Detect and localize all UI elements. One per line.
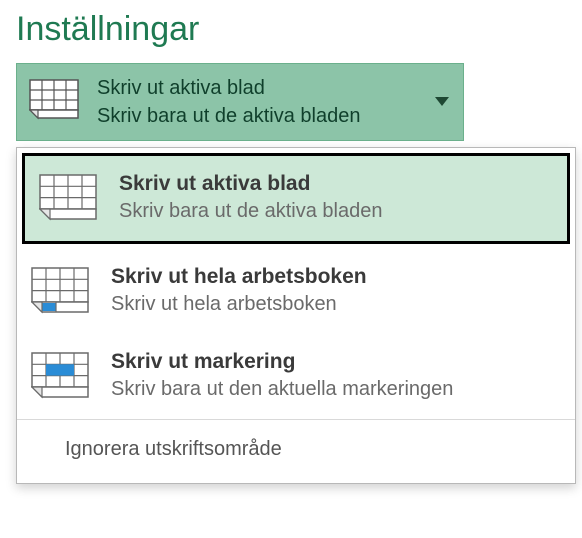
print-active-sheets-icon — [29, 79, 79, 126]
menu-item-selection[interactable]: Skriv ut markering Skriv bara ut den akt… — [17, 334, 575, 419]
menu-item-active-sheets[interactable]: Skriv ut aktiva blad Skriv bara ut de ak… — [22, 153, 570, 244]
menu-item-description: Skriv bara ut de aktiva bladen — [119, 198, 553, 225]
chevron-down-icon — [435, 97, 449, 107]
menu-item-ignore-print-area[interactable]: Ignorera utskriftsområde — [17, 420, 575, 483]
print-active-sheets-icon — [39, 170, 97, 227]
menu-item-title: Skriv ut aktiva blad — [119, 170, 553, 198]
section-heading: Inställningar — [0, 0, 582, 63]
dropdown-selected-description: Skriv bara ut de aktiva bladen — [97, 102, 449, 130]
menu-item-description: Skriv ut hela arbetsboken — [111, 291, 561, 318]
dropdown-selected-text: Skriv ut aktiva blad Skriv bara ut de ak… — [97, 74, 449, 130]
dropdown-selected-title: Skriv ut aktiva blad — [97, 74, 449, 102]
menu-item-description: Skriv bara ut den aktuella markeringen — [111, 376, 561, 403]
print-selection-icon — [31, 348, 89, 405]
print-range-menu: Skriv ut aktiva blad Skriv bara ut de ak… — [16, 147, 576, 484]
print-entire-workbook-icon — [31, 263, 89, 320]
menu-item-title: Skriv ut markering — [111, 348, 561, 376]
menu-item-title: Skriv ut hela arbetsboken — [111, 263, 561, 291]
print-range-dropdown[interactable]: Skriv ut aktiva blad Skriv bara ut de ak… — [16, 63, 464, 141]
menu-item-entire-workbook[interactable]: Skriv ut hela arbetsboken Skriv ut hela … — [17, 249, 575, 334]
